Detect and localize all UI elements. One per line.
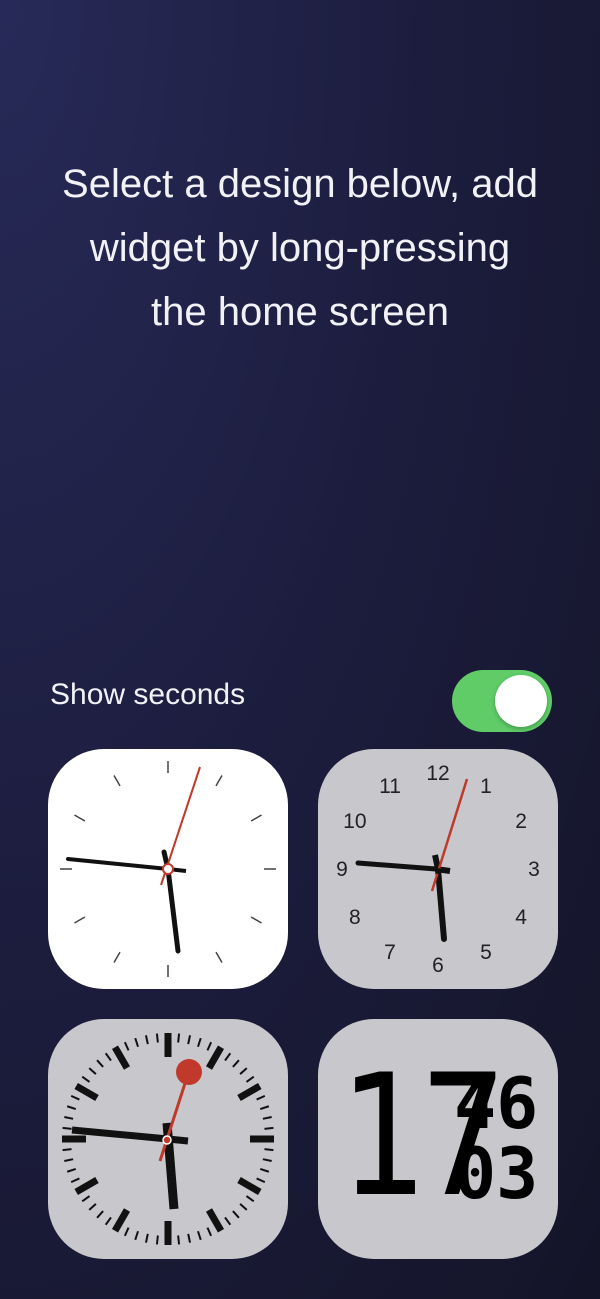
minor-tick (224, 1052, 232, 1062)
hour-tick (113, 775, 121, 787)
second-hand (158, 1059, 202, 1162)
minor-tick (262, 1158, 272, 1163)
dial-number: 5 (480, 941, 492, 964)
minor-tick (256, 1177, 266, 1184)
minor-tick (123, 1227, 130, 1237)
minor-tick (245, 1195, 255, 1203)
minor-tick (96, 1059, 104, 1068)
instruction-text: Select a design below, add widget by lon… (30, 152, 570, 344)
minor-tick (155, 1033, 159, 1043)
minor-tick (155, 1235, 159, 1245)
minor-tick (259, 1105, 270, 1110)
minor-tick (197, 1230, 202, 1241)
minor-tick (70, 1094, 80, 1101)
minor-tick (232, 1210, 240, 1219)
minor-tick (123, 1041, 130, 1051)
hour-tick (215, 775, 223, 787)
minimal-clock-face (60, 761, 276, 977)
widget-minimal-white-clock[interactable] (48, 749, 288, 989)
widget-numeric-clock[interactable]: 12 1 2 3 4 5 6 7 8 9 10 11 (318, 749, 558, 989)
minor-tick (134, 1230, 139, 1241)
dial-number: 8 (349, 906, 361, 929)
minor-tick (187, 1233, 192, 1243)
minor-tick (64, 1158, 74, 1163)
instruction-line-2: widget by long-pressing (89, 226, 511, 270)
minor-tick (187, 1035, 192, 1045)
minor-tick (206, 1227, 213, 1237)
dial-number: 6 (432, 954, 444, 977)
major-tick (111, 1208, 131, 1233)
minor-tick (232, 1059, 240, 1068)
dial-number: 4 (515, 906, 527, 929)
hour-tick (250, 814, 262, 822)
dial-number: 3 (528, 858, 540, 881)
minor-tick (206, 1041, 213, 1051)
major-tick (74, 1082, 99, 1102)
minor-tick (81, 1195, 91, 1203)
numeric-clock-face: 12 12 3 45 6 78 9 10 11 (336, 762, 540, 977)
hour-tick (250, 916, 262, 924)
minor-tick (264, 1148, 274, 1152)
dial-number: 2 (515, 810, 527, 833)
hour-tick (215, 951, 223, 963)
instruction-line-3: the home screen (151, 290, 449, 334)
minor-tick (64, 1115, 74, 1120)
hour-tick (113, 951, 121, 963)
toggle-knob (495, 675, 547, 727)
dial-number: 1 (480, 775, 492, 798)
minor-tick (144, 1035, 149, 1045)
minor-tick (66, 1168, 77, 1173)
major-tick (205, 1208, 225, 1233)
second-hand-disc (176, 1059, 202, 1085)
dial-number: 12 (426, 762, 449, 785)
major-tick (74, 1176, 99, 1196)
dial-number: 7 (384, 941, 396, 964)
center-cap (162, 863, 174, 875)
minor-tick (264, 1126, 274, 1130)
show-seconds-row: Show seconds (50, 670, 552, 732)
minor-tick (177, 1033, 181, 1043)
second-hand (430, 778, 469, 892)
dial-number: 10 (343, 810, 366, 833)
minor-tick (104, 1216, 112, 1226)
minor-tick (197, 1037, 202, 1048)
minor-tick (239, 1203, 248, 1211)
show-seconds-label: Show seconds (50, 678, 246, 711)
major-tick (111, 1045, 131, 1070)
minor-tick (70, 1177, 80, 1184)
center-cap (435, 868, 441, 874)
railway-clock-face (62, 1033, 274, 1245)
major-tick (237, 1082, 262, 1102)
show-seconds-toggle[interactable] (452, 670, 552, 732)
minor-tick (224, 1216, 232, 1226)
major-tick (205, 1045, 225, 1070)
minor-tick (66, 1105, 77, 1110)
minor-tick (259, 1168, 270, 1173)
widget-railway-clock[interactable] (48, 1019, 288, 1259)
instruction-line-1: Select a design below, add (62, 162, 538, 206)
minor-tick (88, 1067, 97, 1075)
minor-tick (88, 1203, 97, 1211)
dial-number: 9 (336, 858, 348, 881)
minor-tick (81, 1075, 91, 1083)
minor-tick (262, 1115, 272, 1120)
minor-tick (239, 1067, 248, 1075)
digital-second: 03 (454, 1133, 539, 1215)
minor-tick (256, 1094, 266, 1101)
hour-tick (74, 814, 86, 822)
minor-tick (177, 1235, 181, 1245)
hour-tick (74, 916, 86, 924)
major-tick (237, 1176, 262, 1196)
minor-tick (62, 1126, 72, 1130)
widget-digital-clock[interactable]: 17 46 03 (318, 1019, 558, 1259)
minor-tick (144, 1233, 149, 1243)
minor-tick (104, 1052, 112, 1062)
digital-minute: 46 (454, 1063, 539, 1145)
minor-tick (134, 1037, 139, 1048)
minor-tick (96, 1210, 104, 1219)
center-cap (162, 1135, 172, 1145)
minor-tick (62, 1148, 72, 1152)
dial-number: 11 (379, 775, 401, 798)
minor-tick (245, 1075, 255, 1083)
